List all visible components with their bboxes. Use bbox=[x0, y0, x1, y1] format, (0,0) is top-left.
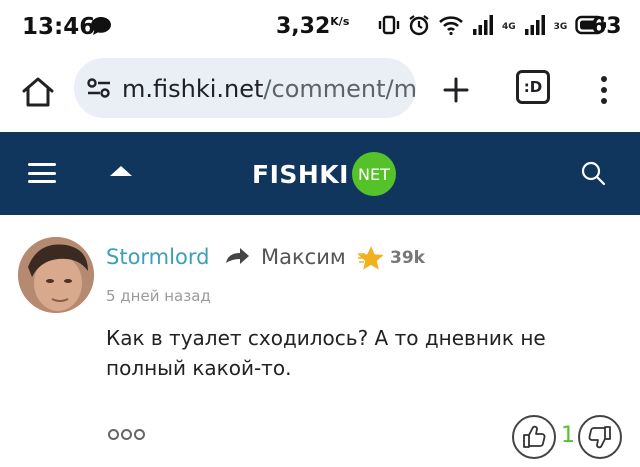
reply-arrow-icon bbox=[224, 247, 250, 272]
more-options-button[interactable] bbox=[108, 429, 145, 440]
site-settings-icon[interactable] bbox=[86, 76, 112, 105]
vibrate-icon bbox=[378, 14, 400, 41]
comment: Stormlord Максим 39k 5 дней назад Как в … bbox=[0, 215, 640, 467]
thumbs-up-icon bbox=[523, 425, 546, 448]
comment-score: 1 bbox=[561, 423, 575, 448]
star-icon bbox=[357, 245, 385, 276]
site-header: FISHKI NET bbox=[0, 132, 640, 215]
reply-recipient[interactable]: Максим bbox=[261, 245, 346, 269]
signal-icon bbox=[472, 14, 494, 41]
message-bubble-icon bbox=[90, 16, 112, 41]
network-speed: 3,32K/s bbox=[276, 14, 350, 39]
3g-label: 3G bbox=[553, 22, 568, 32]
logo-badge: NET bbox=[351, 152, 396, 196]
alarm-icon bbox=[408, 14, 430, 41]
address-bar[interactable]: m.fishki.net/comment/mo bbox=[74, 58, 416, 118]
browser-menu-button[interactable] bbox=[590, 70, 618, 110]
site-logo[interactable]: FISHKI NET bbox=[252, 152, 396, 196]
avatar[interactable] bbox=[18, 237, 94, 313]
comment-text: Как в туалет сходилось? А то дневник не … bbox=[106, 326, 546, 380]
lte-label: 4G bbox=[502, 21, 516, 32]
home-button[interactable] bbox=[18, 72, 58, 112]
karma-count: 39k bbox=[390, 248, 425, 268]
wifi-icon bbox=[438, 14, 464, 41]
status-bar: 13:46 3,32K/s 4G 3G 63 bbox=[0, 0, 640, 56]
url-text: m.fishki.net/comment/mo bbox=[122, 75, 416, 103]
tab-switcher-button[interactable]: :D bbox=[516, 70, 550, 104]
plus-icon bbox=[443, 77, 469, 103]
status-time: 13:46 bbox=[22, 14, 96, 40]
menu-icon[interactable] bbox=[28, 163, 56, 183]
browser-toolbar: m.fishki.net/comment/mo :D bbox=[0, 56, 640, 132]
like-button[interactable] bbox=[512, 415, 556, 459]
search-icon[interactable] bbox=[580, 160, 606, 186]
signal-icon-2 bbox=[524, 14, 546, 41]
scroll-up-icon[interactable] bbox=[110, 166, 132, 176]
thumbs-down-icon bbox=[588, 426, 611, 449]
new-tab-button[interactable] bbox=[436, 70, 476, 110]
battery-level: 63 bbox=[591, 14, 622, 39]
home-icon bbox=[22, 77, 54, 107]
dislike-button[interactable] bbox=[578, 415, 622, 459]
author-link[interactable]: Stormlord bbox=[106, 245, 209, 269]
comment-timestamp: 5 дней назад bbox=[106, 287, 211, 305]
